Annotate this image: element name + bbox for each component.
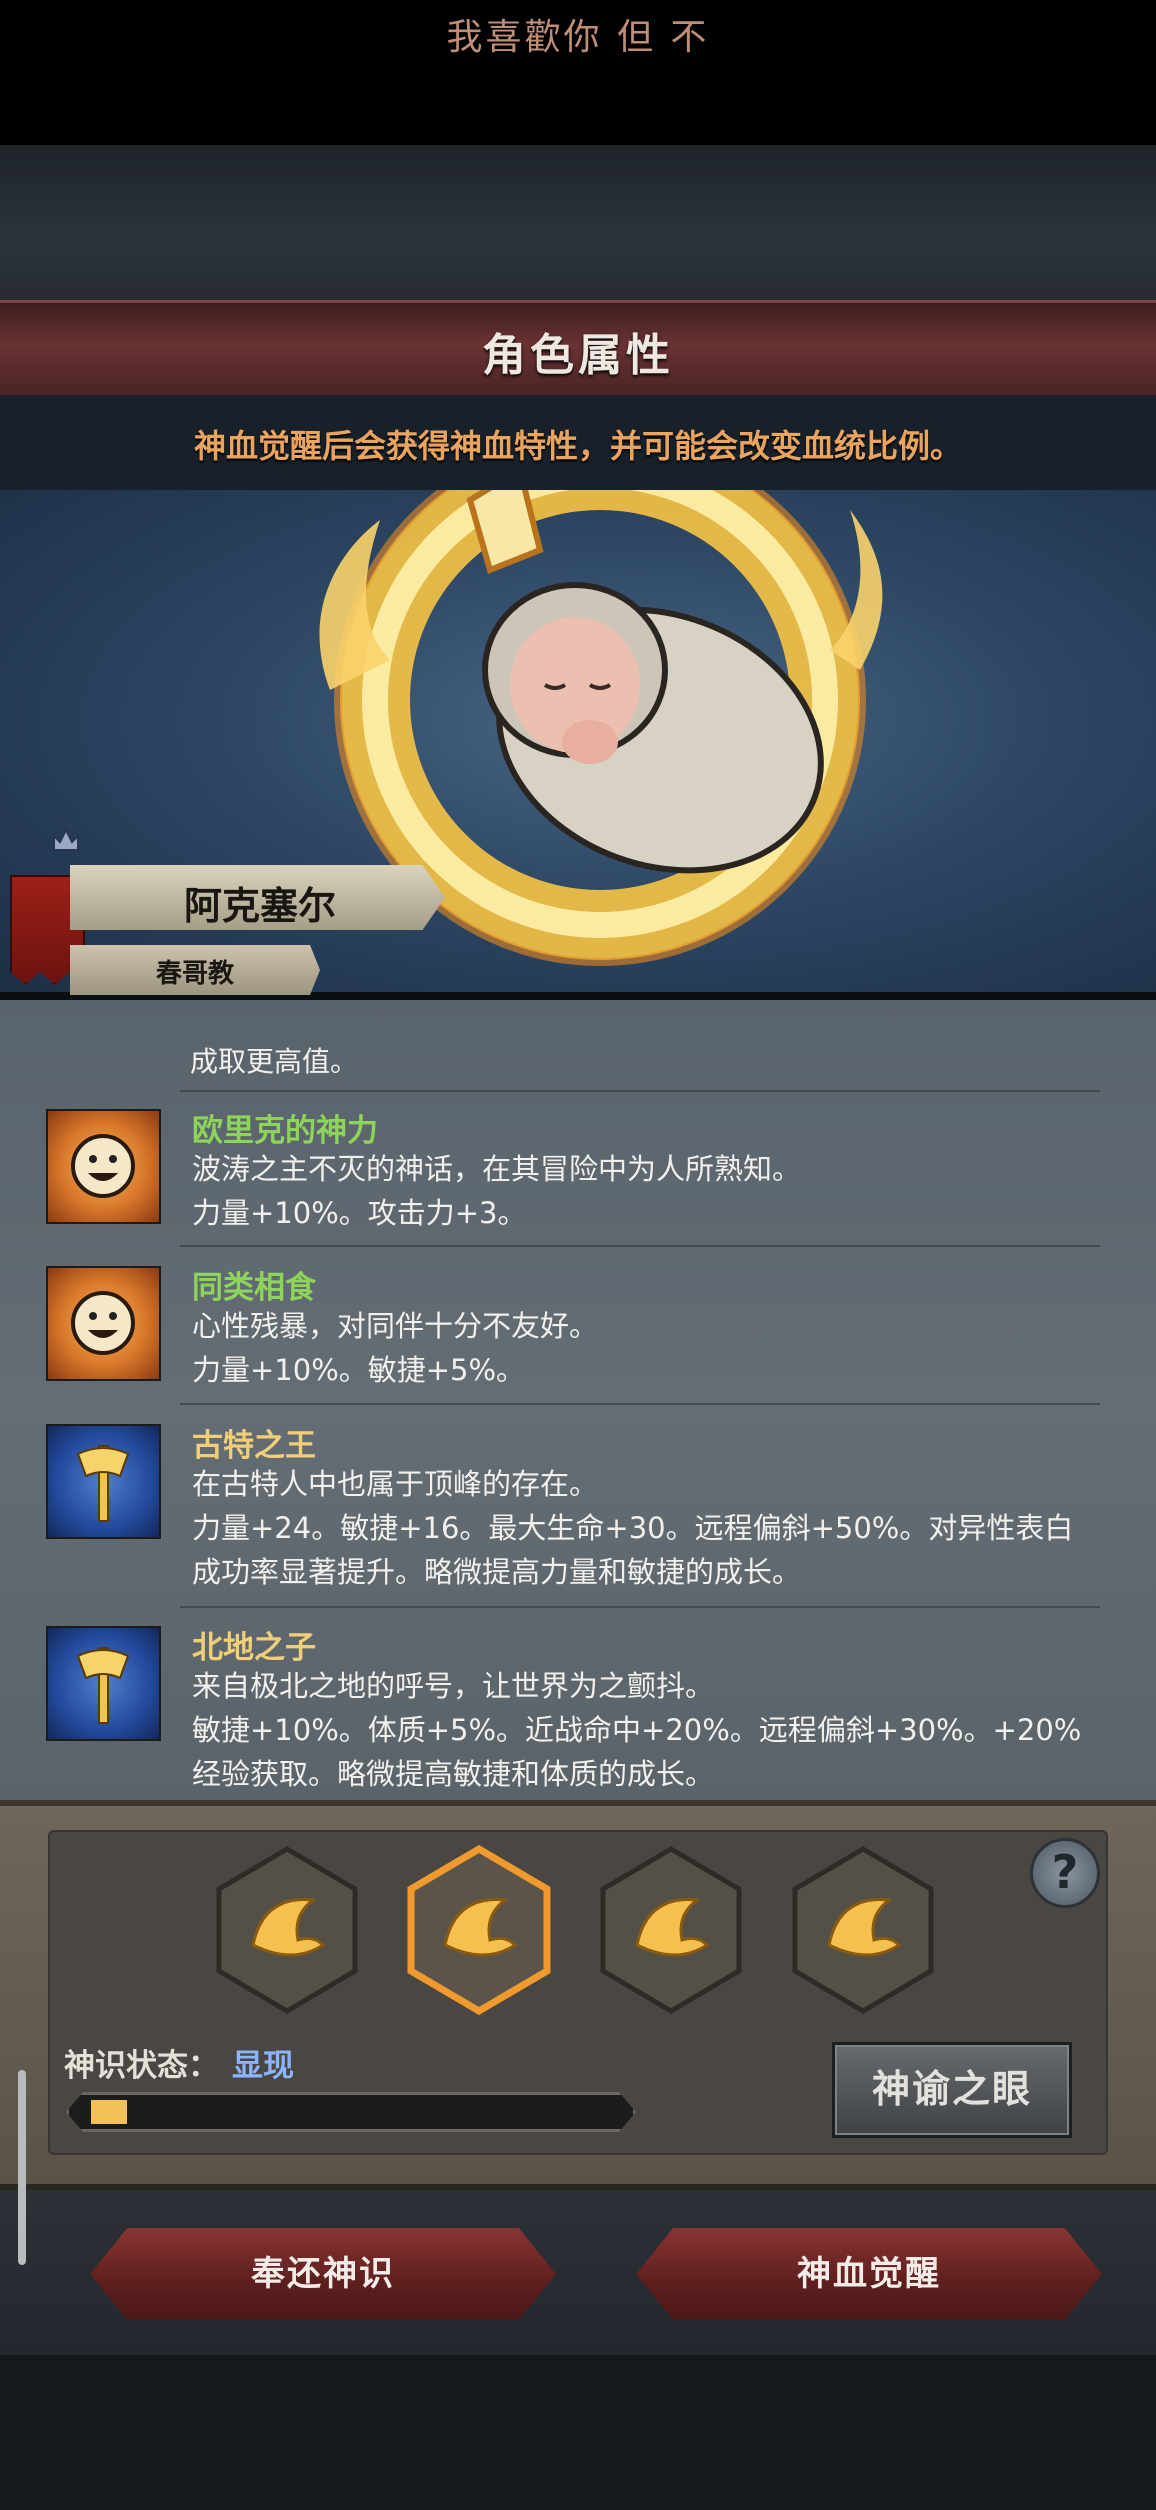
trait-list[interactable]: 成取更高值。 欧里克的神力 波涛之主不灭的神话，在其冒险中为人所熟知。 力量+1…	[0, 1000, 1156, 1800]
title-banner: 角色属性	[0, 300, 1156, 395]
marquee-text: 我喜歡你 但 不	[446, 17, 710, 58]
trait-name: 北地之子	[192, 1630, 316, 1666]
divine-state-value: 显现	[232, 2048, 294, 2084]
trait-name: 古特之王	[192, 1428, 316, 1464]
trait-effect: 力量+10%。攻击力+3。	[192, 1196, 527, 1230]
scrollbar[interactable]	[18, 2070, 26, 2265]
trait-desc: 在古特人中也属于顶峰的存在。	[192, 1467, 599, 1501]
help-button[interactable]: ?	[1030, 1838, 1100, 1908]
return-divine-button[interactable]: 奉还神识	[90, 2228, 556, 2320]
oracle-eye-button[interactable]: 神谕之眼	[832, 2042, 1072, 2138]
divine-slot-4[interactable]	[789, 1845, 937, 2015]
trait-desc: 波涛之主不灭的神话，在其冒险中为人所熟知。	[192, 1152, 802, 1186]
trait-effect: 力量+10%。敏捷+5%。	[192, 1353, 526, 1387]
trait-desc: 心性残暴，对同伴十分不友好。	[192, 1309, 599, 1343]
divine-slot-1[interactable]	[213, 1845, 361, 2015]
divider	[180, 1606, 1100, 1608]
top-bar: 我喜歡你 但 不	[0, 0, 1156, 145]
hint-text: 神血觉醒后会获得神血特性，并可能会改变血统比例。	[193, 427, 962, 465]
trait-effect: 敏捷+10%。体质+5%。近战命中+20%。远程偏斜+30%。+20%经验获取。…	[192, 1713, 1082, 1791]
golden-axe-icon	[46, 1424, 161, 1539]
trait-name: 同类相食	[192, 1270, 316, 1306]
page-title: 角色属性	[482, 330, 674, 381]
divider	[180, 1090, 1100, 1092]
character-faith: 春哥教	[155, 959, 234, 989]
progress-fill	[91, 2100, 127, 2124]
character-name: 阿克塞尔	[183, 884, 336, 928]
bottom-strip	[0, 2355, 1156, 2510]
upper-band	[0, 145, 1156, 300]
trait-name: 欧里克的神力	[192, 1113, 378, 1149]
trait-desc: 来自极北之地的呼号，让世界为之颤抖。	[192, 1669, 715, 1703]
crown-class-icon	[53, 827, 79, 851]
divine-slot-3[interactable]	[597, 1845, 745, 2015]
hint-bar: 神血觉醒后会获得神血特性，并可能会改变血统比例。	[0, 395, 1156, 490]
blood-awaken-button[interactable]: 神血觉醒	[636, 2228, 1102, 2320]
smiley-sun-icon	[46, 1266, 161, 1381]
divider	[180, 1403, 1100, 1405]
divine-progress-bar	[66, 2092, 636, 2132]
trait-desc-cut: 成取更高值。	[190, 1045, 359, 1078]
golden-axe-icon	[46, 1626, 161, 1741]
trait-effect: 力量+24。敏捷+16。最大生命+30。远程偏斜+50%。对异性表白成功率显著提…	[192, 1511, 1074, 1589]
divider	[180, 1245, 1100, 1247]
divine-state-label: 神识状态：	[64, 2048, 219, 2084]
divine-slot-2-selected[interactable]	[405, 1845, 553, 2015]
smiley-sun-icon	[46, 1109, 161, 1224]
